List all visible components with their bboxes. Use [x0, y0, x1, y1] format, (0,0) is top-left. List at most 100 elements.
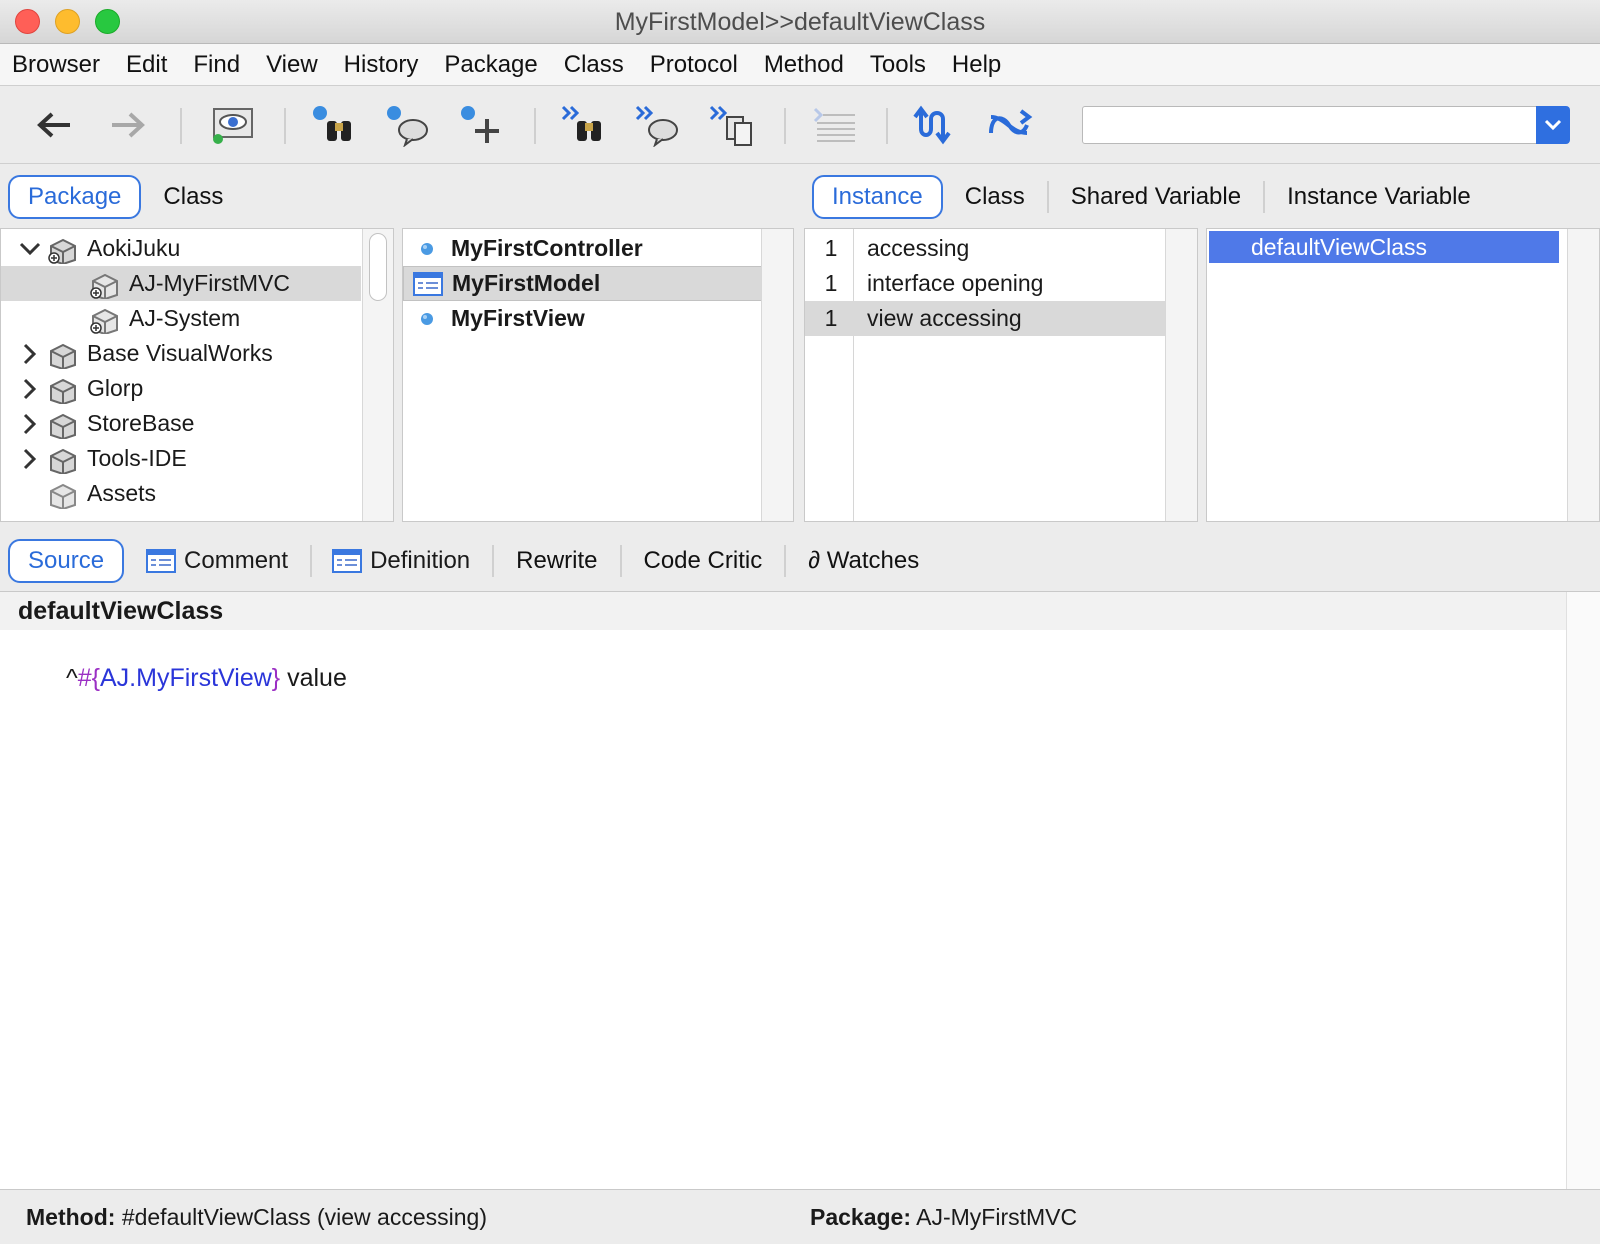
- menu-edit[interactable]: Edit: [126, 51, 167, 79]
- menu-browser[interactable]: Browser: [12, 51, 100, 79]
- find-implementors-button[interactable]: [558, 100, 610, 150]
- method-row-defaultviewclass[interactable]: defaultViewClass: [1209, 231, 1559, 263]
- chevron-down-icon: [1544, 119, 1562, 131]
- package-label: AJ-System: [129, 305, 241, 331]
- copy-button[interactable]: [706, 100, 758, 150]
- tree-row-glorp[interactable]: Glorp: [1, 371, 361, 406]
- class-scrollbar[interactable]: [761, 229, 793, 521]
- scroll-thumb[interactable]: [369, 233, 387, 301]
- chevron-right-icon[interactable]: [15, 336, 45, 371]
- back-arrow-icon: [37, 112, 70, 138]
- title-bar: MyFirstModel>>defaultViewClass: [0, 0, 1600, 44]
- status-bar: Method: #defaultViewClass (view accessin…: [0, 1190, 1600, 1244]
- chevron-right-icon[interactable]: [15, 371, 45, 406]
- package-bundle-icon: [45, 441, 81, 476]
- protocol-label: accessing: [867, 235, 970, 261]
- tree-row-assets[interactable]: Assets: [1, 476, 361, 511]
- protocol-row-accessing[interactable]: 1 accessing: [805, 231, 1165, 266]
- package-bundle-icon: [45, 336, 81, 371]
- search-box: [1082, 106, 1540, 144]
- class-row-myfirstview[interactable]: MyFirstView: [403, 301, 763, 336]
- tree-row-tools-ide[interactable]: Tools-IDE: [1, 441, 361, 476]
- tab-code-critic[interactable]: Code Critic: [622, 539, 785, 583]
- tab-comment-label: Comment: [184, 547, 289, 574]
- sync-button[interactable]: [910, 100, 962, 150]
- find-senders-button[interactable]: [382, 100, 434, 150]
- shuffle-icon: [989, 109, 1033, 135]
- window-title: MyFirstModel>>defaultViewClass: [614, 8, 986, 36]
- protocol-count: 1: [824, 270, 838, 296]
- tab-watches[interactable]: ∂ Watches: [786, 539, 941, 583]
- status-method: Method: #defaultViewClass (view accessin…: [26, 1204, 487, 1230]
- menu-find[interactable]: Find: [193, 51, 240, 79]
- menu-tools[interactable]: Tools: [870, 51, 926, 79]
- menu-method[interactable]: Method: [764, 51, 844, 79]
- window-list-icon: [146, 549, 177, 573]
- add-class-button[interactable]: [456, 100, 508, 150]
- search-input[interactable]: [1083, 107, 1538, 143]
- class-reference: AJ.MyFirstView: [100, 664, 272, 692]
- class-row-myfirstmodel[interactable]: MyFirstModel: [403, 266, 763, 301]
- source-scrollbar[interactable]: [1566, 592, 1600, 1189]
- tab-rewrite[interactable]: Rewrite: [494, 539, 619, 583]
- binoculars-icon: [313, 106, 351, 141]
- forward-button[interactable]: [102, 100, 154, 150]
- tab-source[interactable]: Source: [8, 539, 125, 583]
- method-scrollbar[interactable]: [1567, 229, 1599, 521]
- menu-view[interactable]: View: [266, 51, 318, 79]
- menu-package[interactable]: Package: [444, 51, 537, 79]
- class-window-icon: [410, 266, 446, 301]
- lines-icon: [813, 107, 855, 142]
- tab-instance[interactable]: Instance: [812, 175, 943, 219]
- protocol-list: 1 accessing 1 interface opening 1 view a…: [804, 228, 1198, 522]
- package-label: Tools-IDE: [87, 445, 187, 471]
- protocol-row-view-accessing[interactable]: 1 view accessing: [805, 301, 1165, 336]
- package-label: Assets: [87, 480, 157, 506]
- eye-monitor-icon: [213, 108, 253, 144]
- tab-class[interactable]: Class: [141, 175, 245, 219]
- side-tabs: Instance Class Shared Variable Instance …: [812, 175, 1493, 219]
- menu-class[interactable]: Class: [564, 51, 624, 79]
- tab-package[interactable]: Package: [8, 175, 142, 219]
- package-tree: AokiJuku AJ-MyFirstMVC AJ-System Base Vi…: [0, 228, 394, 522]
- tab-shared-variable[interactable]: Shared Variable: [1049, 175, 1263, 219]
- source-editor[interactable]: defaultViewClass ^#{AJ.MyFirstView} valu…: [0, 591, 1600, 1190]
- find-references-button[interactable]: [632, 100, 684, 150]
- tab-definition[interactable]: Definition: [312, 547, 492, 575]
- search-dropdown-button[interactable]: [1536, 106, 1570, 144]
- back-button[interactable]: [28, 100, 80, 150]
- package-scrollbar[interactable]: [362, 229, 393, 521]
- package-bundle-icon: [45, 371, 81, 406]
- inspect-button[interactable]: [206, 100, 258, 150]
- package-label: AokiJuku: [87, 235, 181, 261]
- package-label: StoreBase: [87, 410, 195, 436]
- chevron-right-icon[interactable]: [15, 406, 45, 441]
- class-row-myfirstcontroller[interactable]: MyFirstController: [403, 231, 763, 266]
- toolbar: [0, 86, 1600, 164]
- protocol-row-interface-opening[interactable]: 1 interface opening: [805, 266, 1165, 301]
- source-code[interactable]: ^#{AJ.MyFirstView} value: [66, 664, 347, 693]
- double-chevron-binoculars-icon: [561, 105, 601, 141]
- protocol-scrollbar[interactable]: [1165, 229, 1197, 521]
- shuffle-button[interactable]: [984, 100, 1036, 150]
- chevron-right-icon[interactable]: [15, 441, 45, 476]
- format-button[interactable]: [808, 100, 860, 150]
- tab-instance-variable[interactable]: Instance Variable: [1265, 175, 1493, 219]
- add-plus-icon: [461, 106, 499, 143]
- chevron-down-icon[interactable]: [15, 231, 45, 266]
- package-bundle-icon: [45, 231, 81, 266]
- package-icon: [87, 301, 123, 336]
- tab-comment[interactable]: Comment: [124, 547, 310, 575]
- menu-protocol[interactable]: Protocol: [650, 51, 738, 79]
- tree-row-aokijuku[interactable]: AokiJuku: [1, 231, 361, 266]
- sync-arrows-icon: [913, 105, 951, 145]
- double-chevron-copy-icon: [709, 105, 752, 146]
- menu-history[interactable]: History: [344, 51, 419, 79]
- find-class-button[interactable]: [308, 100, 360, 150]
- tree-row-aj-myfirstmvc[interactable]: AJ-MyFirstMVC: [1, 266, 361, 301]
- menu-help[interactable]: Help: [952, 51, 1001, 79]
- tree-row-base-visualworks[interactable]: Base VisualWorks: [1, 336, 361, 371]
- tab-class-side[interactable]: Class: [943, 175, 1047, 219]
- tree-row-storebase[interactable]: StoreBase: [1, 406, 361, 441]
- tree-row-aj-system[interactable]: AJ-System: [1, 301, 361, 336]
